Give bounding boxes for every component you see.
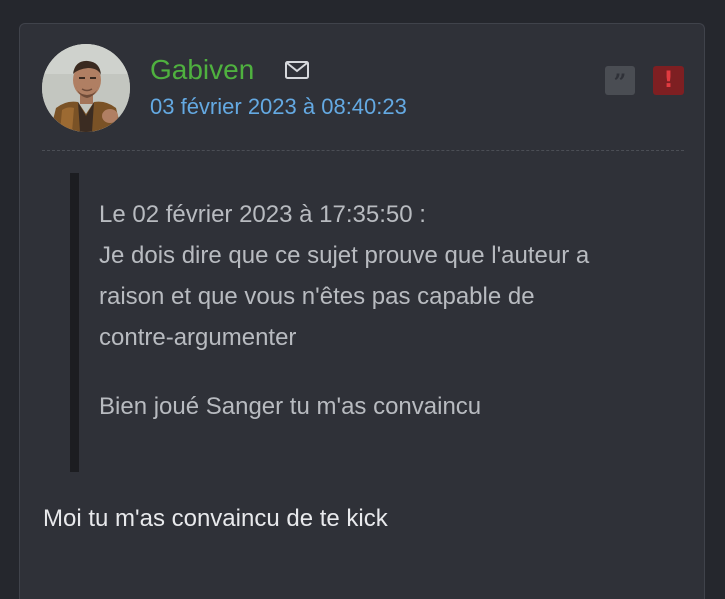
quote-header: Le 02 février 2023 à 17:35:50 : (99, 201, 426, 228)
quote-line: Je dois dire que ce sujet prouve que l'a… (99, 242, 590, 269)
post-body: Moi tu m'as convaincu de te kick (43, 505, 388, 532)
blockquote-bar (70, 173, 79, 472)
quote-line: raison et que vous n'êtes pas capable de (99, 283, 535, 310)
quote-second-paragraph: Bien joué Sanger tu m'as convaincu (99, 393, 482, 420)
post-date[interactable]: 03 février 2023 à 08:40:23 (150, 94, 407, 120)
mail-icon[interactable] (284, 60, 310, 80)
report-button[interactable]: ! (653, 66, 684, 95)
quote-icon: ” (613, 70, 627, 96)
quote-line: contre-argumenter (99, 324, 297, 351)
divider (42, 150, 684, 151)
alert-icon: ! (663, 68, 674, 93)
avatar-image (42, 44, 130, 132)
avatar[interactable] (42, 44, 130, 132)
author-name[interactable]: Gabiven (150, 53, 254, 87)
blockquote: Le 02 février 2023 à 17:35:50 : Je dois … (99, 194, 679, 427)
quote-button[interactable]: ” (605, 66, 635, 96)
forum-post: Gabiven 03 février 2023 à 08:40:23 ” ! L… (19, 23, 705, 599)
